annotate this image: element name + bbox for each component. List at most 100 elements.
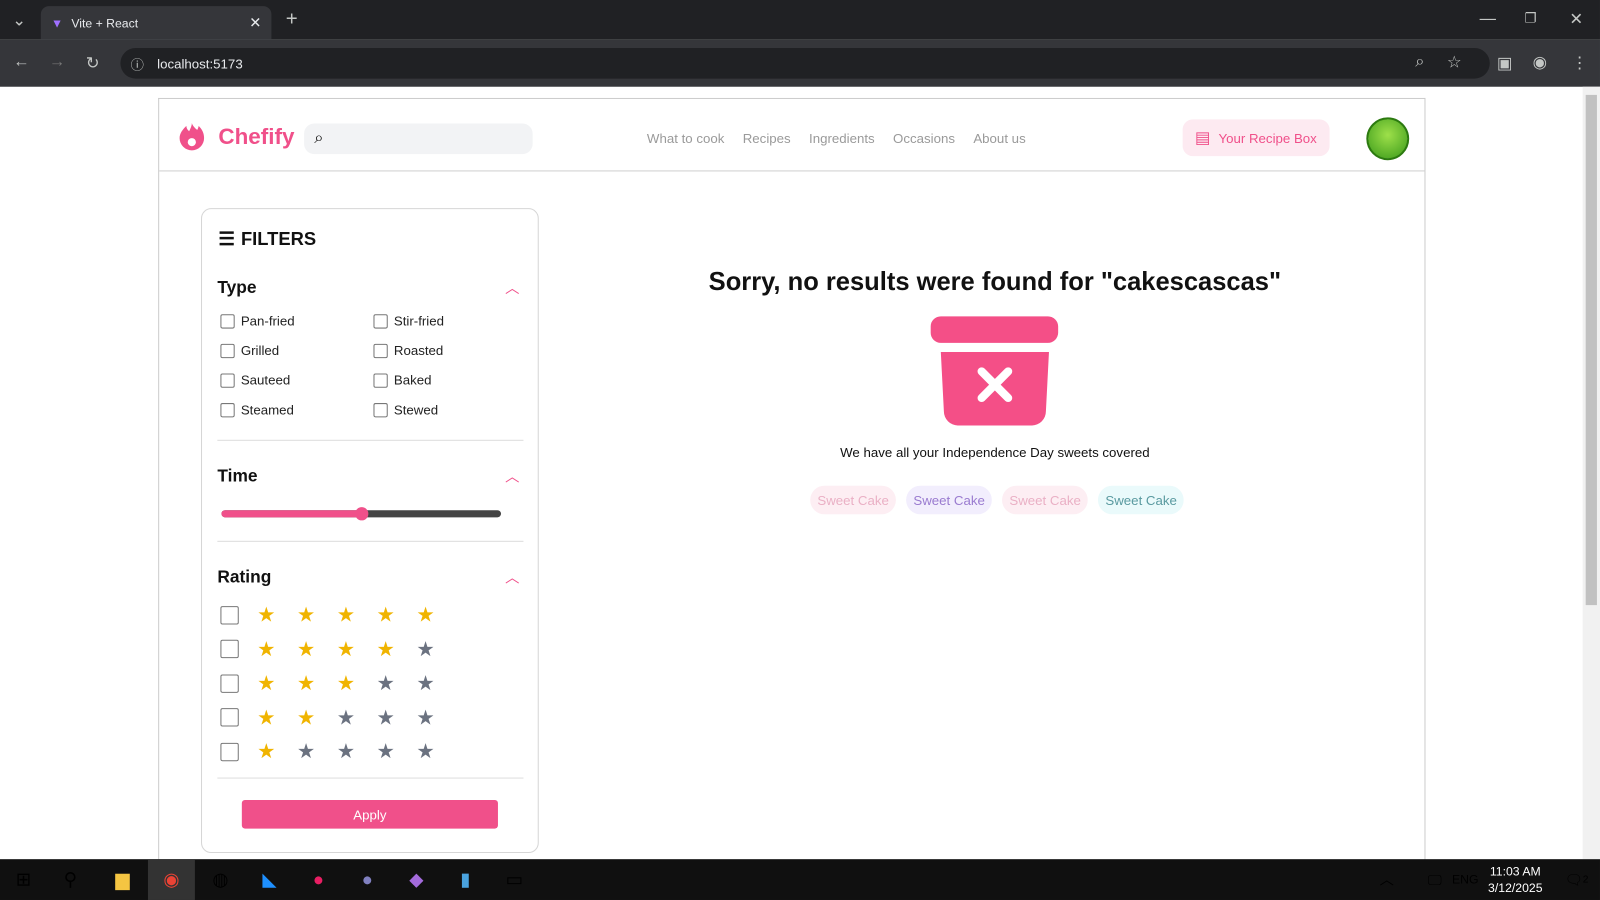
- star-icon: ★: [416, 706, 435, 730]
- forward-icon[interactable]: →: [49, 53, 65, 71]
- browser-tab[interactable]: ▼ Vite + React ✕: [40, 6, 272, 40]
- time-slider-thumb[interactable]: [355, 507, 369, 521]
- type-option[interactable]: Baked: [373, 372, 526, 388]
- close-tab-icon[interactable]: ✕: [249, 14, 261, 31]
- avatar[interactable]: [1366, 117, 1410, 161]
- close-window-icon[interactable]: ✕: [1569, 9, 1583, 29]
- recipe-box-icon: ▤: [1194, 129, 1211, 147]
- rating-option[interactable]: ★ ★ ★ ★ ★: [220, 739, 456, 765]
- type-option[interactable]: Steamed: [220, 402, 373, 417]
- notifications-icon[interactable]: 🗨 2: [1553, 859, 1600, 900]
- star-icon: ★: [336, 672, 356, 695]
- nav-about-us[interactable]: About us: [973, 131, 1025, 146]
- rating-heading: Rating: [217, 567, 272, 587]
- visual-studio-icon[interactable]: ◆: [393, 859, 440, 900]
- option-label: Sauteed: [240, 372, 291, 388]
- checkbox[interactable]: [373, 402, 388, 417]
- star-icon: ★: [336, 706, 356, 730]
- star-icon: ★: [416, 672, 435, 695]
- new-tab-icon[interactable]: +: [286, 8, 298, 31]
- type-option[interactable]: Roasted: [373, 343, 526, 358]
- app-icon[interactable]: ●: [295, 859, 342, 900]
- vscode-icon[interactable]: ◣: [246, 859, 293, 900]
- flame-icon: [179, 123, 205, 151]
- nav-what-to-cook[interactable]: What to cook: [647, 131, 724, 146]
- scrollbar[interactable]: [1582, 86, 1600, 860]
- rating-option[interactable]: ★ ★ ★ ★ ★: [220, 670, 456, 696]
- checkbox[interactable]: [220, 639, 239, 659]
- checkbox[interactable]: [220, 708, 239, 727]
- profile-icon[interactable]: ◉: [1533, 52, 1547, 72]
- search-input[interactable]: ⌕: [304, 123, 533, 155]
- checkbox[interactable]: [373, 343, 388, 358]
- menu-icon[interactable]: ⋮: [1571, 53, 1587, 73]
- suggestion-tag[interactable]: Sweet Cake: [810, 485, 897, 515]
- nav-ingredients[interactable]: Ingredients: [809, 131, 875, 146]
- time-slider-fill: [221, 510, 362, 518]
- star-icon: ★: [416, 740, 435, 764]
- suggestion-tag[interactable]: Sweet Cake: [906, 485, 993, 515]
- scrollbar-thumb[interactable]: [1585, 94, 1597, 606]
- recipe-box-button[interactable]: ▤ Your Recipe Box: [1182, 119, 1330, 157]
- type-option[interactable]: Sauteed: [220, 372, 373, 388]
- url-input[interactable]: ⓘ localhost:5173: [120, 47, 1490, 79]
- zoom-icon[interactable]: ⌕: [1415, 53, 1424, 71]
- chevron-up-icon[interactable]: ︿: [505, 278, 519, 298]
- app-icon[interactable]: ▮: [442, 859, 489, 900]
- windows-start-icon[interactable]: ⊞: [0, 859, 47, 900]
- recipe-box-label: Your Recipe Box: [1218, 130, 1317, 146]
- file-explorer-icon[interactable]: ▆: [99, 859, 146, 900]
- reload-icon[interactable]: ↻: [86, 53, 100, 73]
- checkbox[interactable]: [220, 402, 235, 417]
- star-icon: ★: [296, 638, 316, 661]
- checkbox[interactable]: [220, 673, 239, 693]
- search-icon[interactable]: ⚲: [47, 859, 94, 900]
- type-option[interactable]: Stewed: [373, 402, 526, 417]
- rating-option[interactable]: ★ ★ ★ ★ ★: [220, 705, 456, 731]
- time-slider[interactable]: [221, 507, 502, 521]
- suggestion-tag[interactable]: Sweet Cake: [1002, 485, 1089, 515]
- checkbox[interactable]: [220, 742, 239, 761]
- star-icon: ★: [257, 706, 276, 730]
- eclipse-icon[interactable]: ●: [344, 859, 391, 900]
- app-icon[interactable]: ◍: [197, 859, 244, 900]
- site-info-icon[interactable]: ⓘ: [131, 54, 144, 73]
- checkbox[interactable]: [220, 313, 235, 329]
- back-icon[interactable]: ←: [13, 53, 29, 71]
- tray-chevron-icon[interactable]: ︿: [1363, 859, 1410, 900]
- chrome-icon[interactable]: ◉: [147, 859, 195, 900]
- checkbox[interactable]: [220, 343, 235, 358]
- terminal-icon[interactable]: ▭: [491, 859, 538, 900]
- brand-logo[interactable]: Chefify: [176, 120, 294, 153]
- checkbox[interactable]: [220, 605, 239, 624]
- apply-button[interactable]: Apply: [241, 799, 498, 829]
- tab-search-icon[interactable]: ⌄: [12, 10, 26, 30]
- rating-option[interactable]: ★ ★ ★ ★ ★: [220, 636, 456, 662]
- star-icon: ★: [296, 672, 316, 695]
- option-label: Stir-fried: [393, 313, 445, 329]
- checkbox[interactable]: [373, 372, 388, 388]
- vite-icon: ▼: [51, 15, 64, 31]
- type-option[interactable]: Stir-fried: [373, 313, 526, 329]
- restore-icon[interactable]: ❐: [1524, 10, 1536, 26]
- suggestion-tag[interactable]: Sweet Cake: [1098, 485, 1185, 515]
- rating-option[interactable]: ★ ★ ★ ★ ★: [220, 602, 456, 628]
- divider: [217, 777, 524, 779]
- type-option[interactable]: Pan-fried: [220, 313, 373, 329]
- results-subtitle: We have all your Independence Day sweets…: [840, 444, 1150, 461]
- chevron-up-icon[interactable]: ︿: [505, 567, 519, 587]
- type-option[interactable]: Grilled: [220, 343, 373, 358]
- star-icon: ★: [336, 740, 356, 764]
- nav-occasions[interactable]: Occasions: [893, 131, 955, 146]
- nav-recipes[interactable]: Recipes: [743, 131, 791, 146]
- time: 11:03 AM: [1489, 864, 1541, 879]
- checkbox[interactable]: [373, 313, 388, 329]
- clock[interactable]: 11:03 AM 3/12/2025: [1482, 863, 1549, 896]
- chevron-up-icon[interactable]: ︿: [505, 466, 519, 486]
- divider: [217, 540, 524, 542]
- checkbox[interactable]: [220, 372, 235, 388]
- option-label: Steamed: [240, 402, 294, 418]
- minimize-icon[interactable]: —: [1480, 10, 1496, 28]
- side-panel-icon[interactable]: ▣: [1497, 53, 1512, 73]
- bookmark-star-icon[interactable]: ☆: [1447, 52, 1462, 72]
